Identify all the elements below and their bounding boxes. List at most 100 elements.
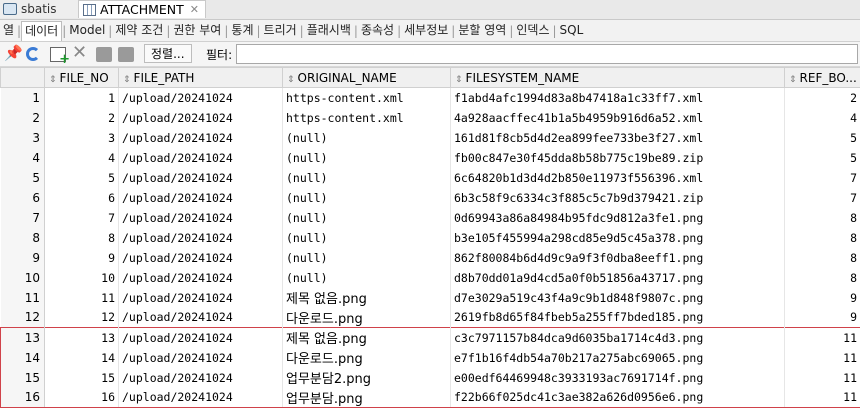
cell-file-path[interactable]: /upload/20241024 [118, 107, 283, 128]
table-row[interactable]: 11 11/upload/20241024 제목 없음.png d7e3029a519… [0, 287, 860, 308]
row-number-cell[interactable]: 9 [0, 247, 45, 268]
row-number-cell[interactable]: 11 [0, 287, 45, 308]
subtab-partitions[interactable]: 분할 영역 [455, 21, 509, 40]
cell-file-path[interactable]: /upload/20241024 [118, 327, 283, 348]
cell-ref-bo[interactable]: 7 [784, 187, 860, 208]
cell-file-path[interactable]: /upload/20241024 [118, 147, 283, 168]
column-header-original-name[interactable]: ⇕ ORIGINAL_NAME [282, 67, 451, 88]
table-row[interactable]: 15 15/upload/20241024 업무분담2.png e00edf64469… [0, 367, 860, 388]
cell-filesystem-name[interactable]: 6b3c58f9c6334c3f885c5c7b9d379421.zip [450, 187, 785, 208]
tab-attachment[interactable]: ATTACHMENT ✕ [78, 0, 206, 18]
table-row[interactable]: 2 2/upload/20241024 https-content.xml 4a928… [0, 107, 860, 128]
cell-file-no[interactable]: 4 [44, 147, 119, 168]
cell-file-path[interactable]: /upload/20241024 [118, 307, 283, 328]
table-row[interactable]: 5 5/upload/20241024 (null) 6c64820b1d3d4d2b… [0, 167, 860, 188]
row-number-cell[interactable]: 4 [0, 147, 45, 168]
cell-ref-bo[interactable]: 7 [784, 167, 860, 188]
cell-original-name[interactable]: https-content.xml [282, 107, 451, 128]
row-number-cell[interactable]: 6 [0, 187, 45, 208]
filter-input[interactable] [236, 44, 858, 64]
cell-filesystem-name[interactable]: f1abd4afc1994d83a8b47418a1c33ff7.xml [450, 87, 785, 108]
cell-file-path[interactable]: /upload/20241024 [118, 207, 283, 228]
cell-original-name[interactable]: 업무분담2.png [282, 367, 451, 388]
rollback-icon[interactable] [118, 47, 134, 62]
cell-ref-bo[interactable]: 11 [784, 327, 860, 348]
cell-file-no[interactable]: 12 [44, 307, 119, 328]
cell-ref-bo[interactable]: 8 [784, 227, 860, 248]
table-row[interactable]: 13 13/upload/20241024 제목 없음.png c3c7971157b… [0, 327, 860, 348]
cell-ref-bo[interactable]: 11 [784, 387, 860, 408]
cell-original-name[interactable]: (null) [282, 207, 451, 228]
table-row[interactable]: 8 8/upload/20241024 (null) b3e105f455994a29… [0, 227, 860, 248]
cell-ref-bo[interactable]: 9 [784, 287, 860, 308]
cell-original-name[interactable]: 다운로드.png [282, 347, 451, 368]
cell-filesystem-name[interactable]: 862f80084b6d4d9c9a9f3f0dba8eeff1.png [450, 247, 785, 268]
cell-original-name[interactable]: https-content.xml [282, 87, 451, 108]
subtab-columns[interactable]: 열 [0, 21, 17, 40]
cell-filesystem-name[interactable]: 6c64820b1d3d4d2b850e11973f556396.xml [450, 167, 785, 188]
table-row[interactable]: 9 9/upload/20241024 (null) 862f80084b6d4d9c… [0, 247, 860, 268]
table-row[interactable]: 1 1/upload/20241024 https-content.xml f1abd… [0, 87, 860, 108]
cell-original-name[interactable]: (null) [282, 127, 451, 148]
cell-file-no[interactable]: 8 [44, 227, 119, 248]
cell-ref-bo[interactable]: 5 [784, 127, 860, 148]
cell-ref-bo[interactable]: 11 [784, 367, 860, 388]
cell-filesystem-name[interactable]: 0d69943a86a84984b95fdc9d812a3fe1.png [450, 207, 785, 228]
cell-file-path[interactable]: /upload/20241024 [118, 127, 283, 148]
cell-original-name[interactable]: 업무분담.png [282, 387, 451, 408]
cell-ref-bo[interactable]: 11 [784, 347, 860, 368]
table-row[interactable]: 10 10/upload/20241024 (null) d8b70dd01a9d4c… [0, 267, 860, 288]
row-number-cell[interactable]: 15 [0, 367, 45, 388]
subtab-triggers[interactable]: 트리거 [261, 21, 300, 40]
cell-file-no[interactable]: 13 [44, 327, 119, 348]
cell-filesystem-name[interactable]: fb00c847e30f45dda8b58b775c19be89.zip [450, 147, 785, 168]
cell-file-no[interactable]: 6 [44, 187, 119, 208]
cell-ref-bo[interactable]: 8 [784, 247, 860, 268]
cell-filesystem-name[interactable]: e00edf64469948c3933193ac7691714f.png [450, 367, 785, 388]
pin-icon[interactable]: 📌 [4, 45, 23, 61]
row-number-cell[interactable]: 7 [0, 207, 45, 228]
column-header-file-no[interactable]: ⇕ FILE_NO [44, 67, 119, 88]
cell-filesystem-name[interactable]: 161d81f8cb5d4d2ea899fee733be3f27.xml [450, 127, 785, 148]
subtab-details[interactable]: 세부정보 [401, 21, 451, 40]
insert-row-icon[interactable] [50, 47, 70, 67]
table-row[interactable]: 3 3/upload/20241024 (null) 161d81f8cb5d4d2e… [0, 127, 860, 148]
subtab-statistics[interactable]: 통계 [228, 21, 256, 40]
subtab-data[interactable]: 데이터 [21, 20, 63, 41]
table-row[interactable]: 12 12/upload/20241024 다운로드.png 2619fb8d65f8… [0, 307, 860, 328]
cell-file-no[interactable]: 1 [44, 87, 119, 108]
row-number-cell[interactable]: 8 [0, 227, 45, 248]
cell-file-no[interactable]: 7 [44, 207, 119, 228]
cell-file-no[interactable]: 3 [44, 127, 119, 148]
delete-row-icon[interactable]: ✕ [72, 44, 88, 62]
column-header-filesystem-name[interactable]: ⇕ FILESYSTEM_NAME [450, 67, 785, 88]
subtab-grants[interactable]: 권한 부여 [170, 21, 224, 40]
cell-ref-bo[interactable]: 2 [784, 87, 860, 108]
cell-file-path[interactable]: /upload/20241024 [118, 287, 283, 308]
subtab-dependencies[interactable]: 종속성 [358, 21, 397, 40]
table-row[interactable]: 6 6/upload/20241024 (null) 6b3c58f9c6334c3f… [0, 187, 860, 208]
subtab-sql[interactable]: SQL [557, 21, 587, 40]
subtab-constraints[interactable]: 제약 조건 [112, 21, 166, 40]
row-number-cell[interactable]: 5 [0, 167, 45, 188]
cell-ref-bo[interactable]: 4 [784, 107, 860, 128]
subtab-flashback[interactable]: 플래시백 [304, 21, 354, 40]
cell-filesystem-name[interactable]: b3e105f455994a298cd85e9d5c45a378.png [450, 227, 785, 248]
cell-file-path[interactable]: /upload/20241024 [118, 387, 283, 408]
cell-file-path[interactable]: /upload/20241024 [118, 87, 283, 108]
cell-file-path[interactable]: /upload/20241024 [118, 347, 283, 368]
row-number-cell[interactable]: 10 [0, 267, 45, 288]
table-row[interactable]: 7 7/upload/20241024 (null) 0d69943a86a84984… [0, 207, 860, 228]
cell-filesystem-name[interactable]: 2619fb8d65f84fbeb5a255ff7bded185.png [450, 307, 785, 328]
cell-file-path[interactable]: /upload/20241024 [118, 267, 283, 288]
cell-original-name[interactable]: 다운로드.png [282, 307, 451, 328]
cell-original-name[interactable]: (null) [282, 267, 451, 288]
cell-original-name[interactable]: 제목 없음.png [282, 287, 451, 308]
row-number-cell[interactable]: 16 [0, 387, 45, 408]
row-number-cell[interactable]: 2 [0, 107, 45, 128]
subtab-indexes[interactable]: 인덱스 [513, 21, 552, 40]
cell-file-no[interactable]: 16 [44, 387, 119, 408]
cell-filesystem-name[interactable]: d7e3029a519c43f4a9c9b1d848f9807c.png [450, 287, 785, 308]
cell-file-no[interactable]: 5 [44, 167, 119, 188]
sort-button[interactable]: 정렬... [144, 44, 192, 63]
